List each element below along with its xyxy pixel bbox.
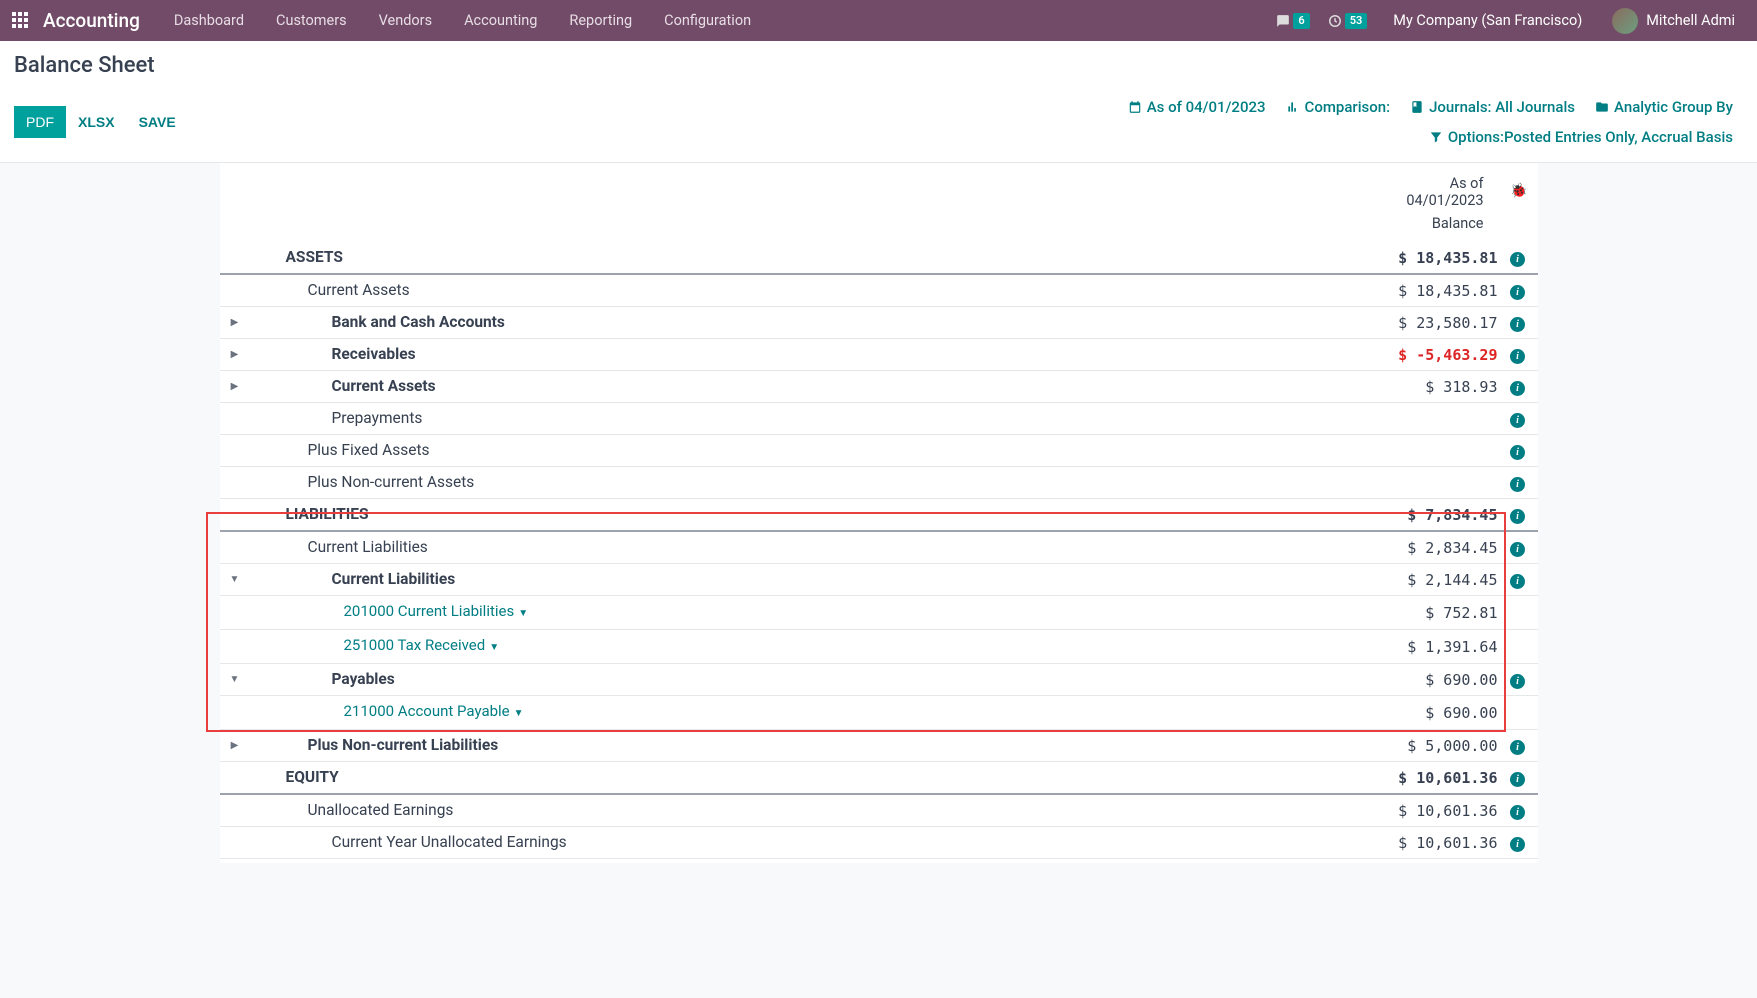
- messages-button[interactable]: 6: [1270, 13, 1315, 29]
- option-as-of[interactable]: As of 04/01/2023: [1118, 92, 1276, 122]
- info-icon[interactable]: i: [1510, 477, 1525, 492]
- info-icon[interactable]: i: [1510, 317, 1525, 332]
- book-icon: [1410, 100, 1424, 114]
- row-current-assets-2[interactable]: ▶Current Assets$ 318.93i: [220, 371, 1538, 403]
- info-icon[interactable]: i: [1510, 445, 1525, 460]
- bug-icon[interactable]: 🐞: [1510, 183, 1527, 199]
- info-icon[interactable]: i: [1510, 674, 1525, 689]
- pdf-button[interactable]: PDF: [14, 106, 66, 138]
- col-balance: Balance: [1328, 213, 1498, 242]
- calendar-icon: [1128, 100, 1142, 114]
- account-link[interactable]: 251000 Tax Received▼: [344, 636, 500, 654]
- option-comparison[interactable]: Comparison:: [1276, 92, 1401, 122]
- row-assets[interactable]: ASSETS$ 18,435.81i: [220, 242, 1538, 274]
- row-receivables[interactable]: ▶Receivables$ -5,463.29i: [220, 339, 1538, 371]
- row-account-211000[interactable]: 211000 Account Payable▼$ 690.00: [220, 696, 1538, 730]
- app-brand[interactable]: Accounting: [43, 9, 140, 32]
- page-title: Balance Sheet: [14, 53, 1743, 78]
- expand-icon[interactable]: ▶: [220, 730, 250, 762]
- row-current-liabilities[interactable]: Current Liabilities$ 2,834.45i: [220, 531, 1538, 564]
- row-current-assets[interactable]: Current Assets$ 18,435.81i: [220, 274, 1538, 307]
- nav-reporting[interactable]: Reporting: [553, 2, 648, 39]
- expand-icon[interactable]: ▶: [220, 307, 250, 339]
- option-analytic[interactable]: Analytic Group By: [1585, 92, 1743, 122]
- xlsx-button[interactable]: XLSX: [66, 106, 127, 138]
- info-icon[interactable]: i: [1510, 837, 1525, 852]
- collapse-icon[interactable]: ▼: [220, 664, 250, 696]
- messages-badge: 6: [1293, 13, 1309, 29]
- row-prepayments[interactable]: Prepaymentsi: [220, 403, 1538, 435]
- info-icon[interactable]: i: [1510, 381, 1525, 396]
- top-navbar: Accounting Dashboard Customers Vendors A…: [0, 0, 1757, 41]
- chat-icon: [1276, 14, 1290, 28]
- option-filters[interactable]: Options:Posted Entries Only, Accrual Bas…: [1419, 122, 1743, 152]
- row-current-year-unallocated[interactable]: Current Year Unallocated Earnings$ 10,60…: [220, 827, 1538, 859]
- info-icon[interactable]: i: [1510, 574, 1525, 589]
- info-icon[interactable]: i: [1510, 740, 1525, 755]
- info-icon[interactable]: i: [1510, 413, 1525, 428]
- company-switcher[interactable]: My Company (San Francisco): [1379, 12, 1596, 29]
- expand-icon[interactable]: ▶: [220, 371, 250, 403]
- row-equity[interactable]: EQUITY$ 10,601.36i: [220, 762, 1538, 795]
- info-icon[interactable]: i: [1510, 252, 1525, 267]
- col-asof: As of04/01/2023: [1328, 163, 1498, 213]
- collapse-icon[interactable]: ▼: [220, 564, 250, 596]
- user-name: Mitchell Admi: [1646, 12, 1735, 29]
- subheader: Balance Sheet PDF XLSX SAVE As of 04/01/…: [0, 41, 1757, 163]
- user-menu[interactable]: Mitchell Admi: [1602, 8, 1745, 34]
- info-icon[interactable]: i: [1510, 349, 1525, 364]
- row-bank-cash[interactable]: ▶Bank and Cash Accounts$ 23,580.17i: [220, 307, 1538, 339]
- info-icon[interactable]: i: [1510, 805, 1525, 820]
- bar-chart-icon: [1286, 100, 1300, 114]
- row-fixed-assets[interactable]: Plus Fixed Assetsi: [220, 435, 1538, 467]
- save-button[interactable]: SAVE: [127, 106, 188, 138]
- chevron-down-icon: ▼: [489, 642, 499, 653]
- chevron-down-icon: ▼: [518, 608, 528, 619]
- row-liabilities[interactable]: LIABILITIES$ 7,834.45i: [220, 499, 1538, 532]
- row-payables[interactable]: ▼Payables$ 690.00i: [220, 664, 1538, 696]
- report-sheet: 🐞 As of04/01/2023 Balance ASSETS$ 18,435…: [220, 163, 1538, 863]
- activities-badge: 53: [1345, 13, 1368, 29]
- nav-dashboard[interactable]: Dashboard: [158, 2, 260, 39]
- info-icon[interactable]: i: [1510, 772, 1525, 787]
- filter-icon: [1429, 130, 1443, 144]
- nav-customers[interactable]: Customers: [260, 2, 363, 39]
- info-icon[interactable]: i: [1510, 509, 1525, 524]
- row-unallocated-earnings[interactable]: Unallocated Earnings$ 10,601.36i: [220, 794, 1538, 827]
- row-noncurrent-assets[interactable]: Plus Non-current Assetsi: [220, 467, 1538, 499]
- option-journals[interactable]: Journals: All Journals: [1400, 92, 1585, 122]
- row-noncurrent-liabilities[interactable]: ▶Plus Non-current Liabilities$ 5,000.00i: [220, 730, 1538, 762]
- row-account-251000[interactable]: 251000 Tax Received▼$ 1,391.64: [220, 630, 1538, 664]
- info-icon[interactable]: i: [1510, 542, 1525, 557]
- folder-icon: [1595, 100, 1609, 114]
- info-icon[interactable]: i: [1510, 285, 1525, 300]
- apps-icon[interactable]: [12, 12, 30, 30]
- nav-configuration[interactable]: Configuration: [648, 2, 767, 39]
- nav-vendors[interactable]: Vendors: [363, 2, 448, 39]
- clock-icon: [1328, 14, 1342, 28]
- avatar: [1612, 8, 1638, 34]
- row-account-201000[interactable]: 201000 Current Liabilities▼$ 752.81: [220, 596, 1538, 630]
- chevron-down-icon: ▼: [514, 708, 524, 719]
- activities-button[interactable]: 53: [1322, 13, 1374, 29]
- nav-accounting[interactable]: Accounting: [448, 2, 553, 39]
- account-link[interactable]: 211000 Account Payable▼: [344, 702, 524, 720]
- row-current-liabilities-2[interactable]: ▼Current Liabilities$ 2,144.45i: [220, 564, 1538, 596]
- account-link[interactable]: 201000 Current Liabilities▼: [344, 602, 529, 620]
- expand-icon[interactable]: ▶: [220, 339, 250, 371]
